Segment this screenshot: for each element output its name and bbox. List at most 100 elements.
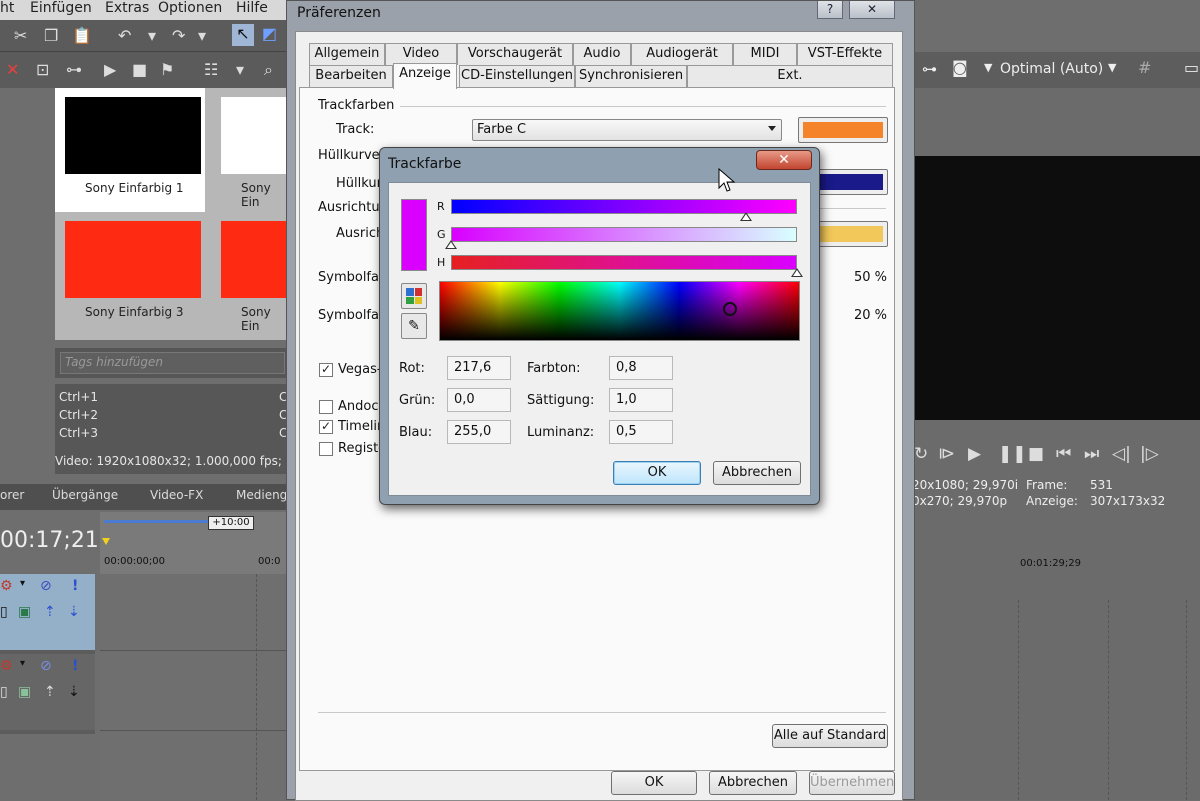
menu-item-optionen[interactable]: Optionen: [158, 0, 222, 16]
tags-input[interactable]: Tags hinzufügen: [60, 352, 285, 374]
normal-edit-tool-icon[interactable]: ↖: [232, 24, 254, 46]
redo-dropdown-icon[interactable]: ▾: [198, 26, 206, 45]
tab-ext-steuerung[interactable]: Ext. Steuerung/Automatisierung: [687, 65, 893, 103]
rot-input[interactable]: 217,6: [447, 356, 511, 380]
eyedropper-icon[interactable]: ✎: [401, 313, 427, 339]
play-icon[interactable]: ▶: [104, 60, 116, 79]
color-spectrum[interactable]: [439, 281, 800, 341]
mute-icon[interactable]: ⊘: [40, 578, 52, 594]
tab-media-generators[interactable]: Medieng: [236, 488, 287, 502]
gruen-input[interactable]: 0,0: [447, 388, 511, 412]
parent-up-icon[interactable]: ⇡: [44, 604, 56, 620]
track-color-button[interactable]: [798, 117, 888, 143]
cut-icon[interactable]: ✂: [14, 26, 27, 45]
close-button[interactable]: ✕: [756, 150, 812, 170]
farbton-input[interactable]: 0,8: [609, 356, 673, 380]
track-header-1[interactable]: ⚙ ▾ ⊘ ! ▯ ▣ ⇡ ⇣: [0, 574, 95, 650]
tab-synchronisieren[interactable]: Synchronisieren: [575, 65, 687, 87]
envelope-tool-icon[interactable]: ◩: [262, 24, 277, 43]
ok-button[interactable]: OK: [613, 461, 701, 485]
properties-icon[interactable]: ⊡: [36, 60, 49, 79]
green-slider[interactable]: [451, 227, 797, 242]
split-icon[interactable]: ⊶: [66, 60, 82, 79]
chevron-down-icon[interactable]: ▼: [984, 61, 992, 74]
menu-item-extras[interactable]: Extras: [105, 0, 149, 16]
gear-icon[interactable]: ⚙: [0, 658, 13, 674]
tab-bearbeiten[interactable]: Bearbeiten: [309, 65, 393, 87]
tab-audio[interactable]: Audio: [573, 43, 631, 65]
tab-video-fx[interactable]: Video-FX: [150, 488, 203, 502]
chevron-down-icon[interactable]: ▾: [20, 578, 25, 589]
mute-icon[interactable]: ⊘: [40, 658, 52, 674]
red-slider-handle[interactable]: [740, 212, 753, 221]
undo-icon[interactable]: ↶: [118, 26, 131, 45]
menu-item-ansicht[interactable]: ht: [0, 0, 14, 16]
spectrum-crosshair-icon[interactable]: [723, 302, 737, 316]
loop-region-bar[interactable]: [104, 520, 208, 523]
tab-transitions[interactable]: Übergänge: [52, 488, 118, 502]
views-dropdown-icon[interactable]: ▾: [236, 60, 244, 79]
lock-icon[interactable]: ▯: [0, 684, 8, 700]
solo-icon[interactable]: !: [72, 578, 78, 594]
tab-explorer[interactable]: orer: [0, 488, 24, 502]
green-slider-handle[interactable]: [445, 240, 457, 249]
composite-icon[interactable]: ▣: [18, 684, 31, 700]
next-frame-icon[interactable]: |▷: [1140, 444, 1159, 464]
media-thumb-1[interactable]: [65, 97, 201, 174]
search-icon[interactable]: ⌕: [264, 60, 273, 80]
cursor-marker-icon[interactable]: [102, 538, 110, 545]
timeline-track-area[interactable]: [100, 574, 290, 800]
hue-slider[interactable]: [451, 255, 797, 270]
media-thumb-2[interactable]: [221, 97, 291, 174]
tab-cd-einstellungen[interactable]: CD-Einstellungen: [459, 65, 575, 87]
stop-icon[interactable]: ■: [1028, 444, 1044, 464]
preview-quality-select[interactable]: Optimal (Auto): [1000, 61, 1103, 77]
undo-dropdown-icon[interactable]: ▾: [148, 26, 156, 45]
andock-checkbox[interactable]: [319, 400, 333, 414]
apply-button[interactable]: Übernehmen: [809, 771, 895, 795]
solo-icon[interactable]: !: [72, 658, 78, 674]
menu-item-einfuegen[interactable]: Einfügen: [30, 0, 92, 16]
saettigung-input[interactable]: 1,0: [609, 388, 673, 412]
timeline-ruler[interactable]: +10:00 00:00:00;00 00:0: [100, 512, 290, 574]
menu-item-hilfe[interactable]: Hilfe: [236, 0, 268, 16]
chevron-down-icon[interactable]: ▼: [1108, 61, 1116, 74]
tab-allgemein[interactable]: Allgemein: [309, 43, 385, 65]
delete-icon[interactable]: ✕: [6, 60, 19, 79]
child-down-icon[interactable]: ⇣: [68, 604, 80, 620]
chevron-down-icon[interactable]: ▾: [20, 658, 25, 669]
media-thumb-4[interactable]: [221, 221, 291, 298]
go-to-end-icon[interactable]: ⏭: [1084, 444, 1099, 464]
child-down-icon[interactable]: ⇣: [68, 684, 80, 700]
go-to-start-icon[interactable]: ⏮: [1056, 444, 1071, 464]
loop-icon[interactable]: ↻: [914, 444, 928, 464]
gear-icon[interactable]: ⚙: [0, 578, 13, 594]
tab-vst-effekte[interactable]: VST-Effekte: [797, 43, 893, 65]
track-color-select[interactable]: Farbe C: [472, 119, 782, 141]
ok-button[interactable]: OK: [611, 771, 697, 795]
palette-button[interactable]: [401, 283, 427, 309]
play-icon[interactable]: ▶: [968, 444, 981, 464]
reset-all-button[interactable]: Alle auf Standard: [772, 724, 888, 748]
cancel-button[interactable]: Abbrechen: [709, 771, 797, 795]
hue-slider-handle[interactable]: [791, 268, 803, 277]
registe-checkbox[interactable]: [319, 442, 333, 456]
grid-icon[interactable]: #: [1138, 58, 1151, 77]
tab-anzeige[interactable]: Anzeige: [393, 63, 457, 89]
stop-icon[interactable]: ■: [132, 60, 147, 79]
track-header-2[interactable]: ⚙ ▾ ⊘ ! ▯ ▣ ⇡ ⇣: [0, 654, 95, 730]
media-thumb-3[interactable]: [65, 221, 201, 298]
tab-vorschaugeraet[interactable]: Vorschaugerät: [457, 43, 573, 65]
lock-icon[interactable]: ▯: [0, 604, 8, 620]
tab-midi[interactable]: MIDI: [733, 43, 797, 65]
vegas-checkbox[interactable]: ✓: [319, 363, 333, 377]
blau-input[interactable]: 255,0: [447, 420, 511, 444]
cancel-button[interactable]: Abbrechen: [713, 461, 801, 485]
auto-preview-icon[interactable]: ⚑: [160, 60, 174, 79]
timeline-checkbox[interactable]: ✓: [319, 420, 333, 434]
tab-video[interactable]: Video: [385, 43, 457, 65]
composite-icon[interactable]: ▣: [18, 604, 31, 620]
paste-icon[interactable]: 📋: [72, 26, 92, 45]
prev-frame-icon[interactable]: ◁|: [1112, 444, 1131, 464]
pause-icon[interactable]: ❚❚: [998, 444, 1027, 464]
